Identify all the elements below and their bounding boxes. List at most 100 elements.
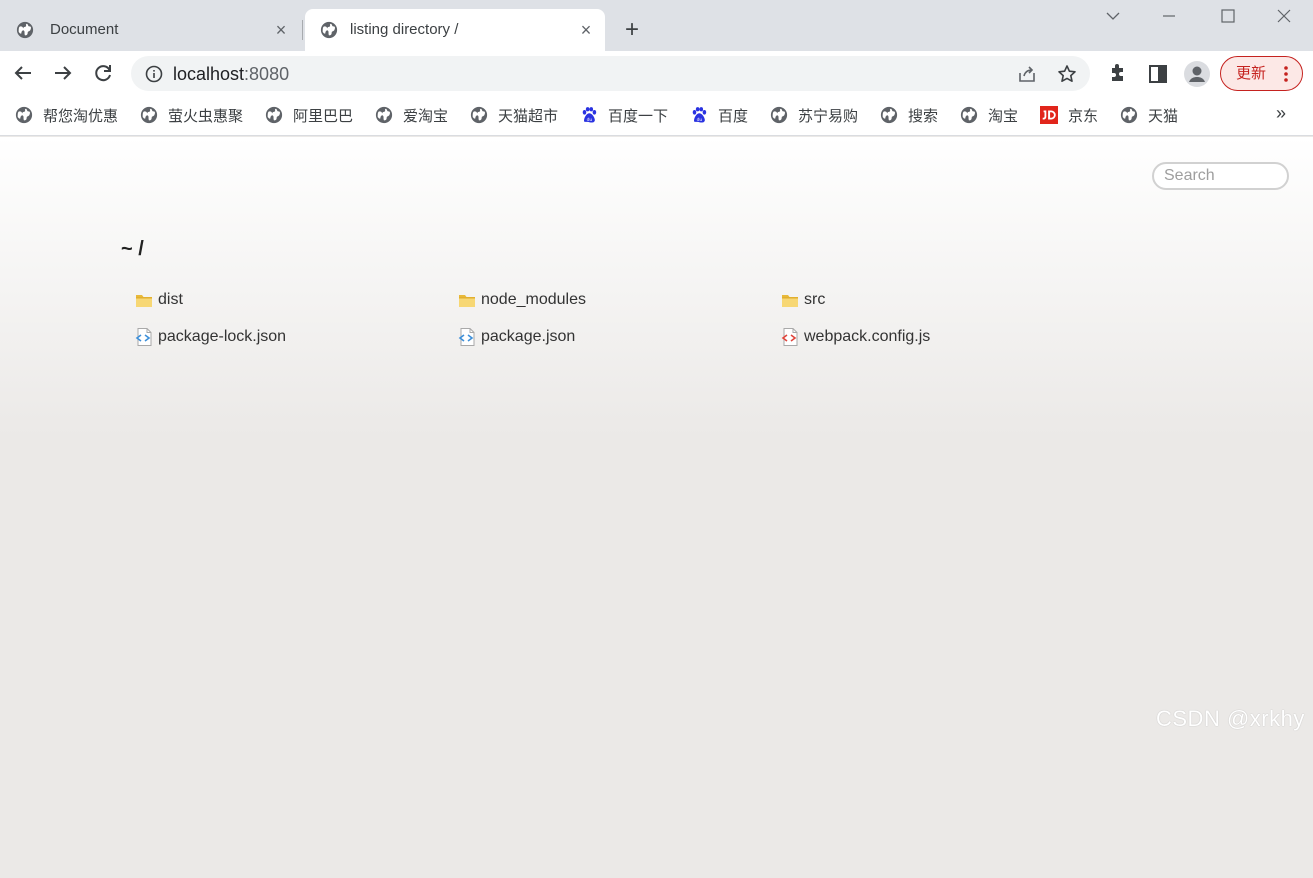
globe-icon [15, 106, 33, 124]
folder-icon [136, 295, 152, 307]
folder-link[interactable]: dist [134, 290, 183, 310]
new-tab-button[interactable]: + [619, 17, 645, 43]
share-icon[interactable] [1017, 64, 1037, 84]
arrow-right-icon [55, 66, 72, 80]
bookmark-label: 天猫 [1148, 107, 1179, 125]
tab-title: Document [50, 21, 119, 38]
minimize-icon [1163, 15, 1175, 17]
browser-toolbar: localhost:8080 更新 [0, 51, 1313, 95]
url-port: :8080 [244, 64, 290, 84]
url-host: localhost [173, 64, 245, 84]
bookmark-item[interactable]: 爱淘宝 [375, 105, 448, 125]
side-panel-icon[interactable] [1147, 63, 1169, 85]
globe-icon [1120, 106, 1138, 124]
watermark: CSDN @xrkhy [1156, 706, 1305, 731]
bookmark-label: 百度 [718, 107, 749, 125]
forward-button[interactable] [50, 60, 76, 86]
json-file-icon [135, 328, 152, 346]
bookmark-label: 搜索 [908, 107, 939, 125]
tab-close-button[interactable]: × [577, 21, 595, 39]
globe-icon [770, 106, 788, 124]
tab-strip: Document × listing directory / × + [0, 0, 1313, 51]
folder-link[interactable]: src [780, 290, 825, 310]
directory-listing-page: ~ / dist node_modules src package-lock.json… [0, 137, 1313, 878]
bookmarks-overflow-button[interactable]: » [1276, 103, 1286, 124]
close-icon [1277, 9, 1291, 23]
file-name: dist [158, 291, 183, 308]
globe-icon [960, 106, 978, 124]
bookmark-item[interactable]: 京东 [1040, 105, 1098, 125]
breadcrumb[interactable]: ~ / [121, 237, 144, 261]
tab-separator [302, 20, 303, 40]
url-text[interactable]: localhost:8080 [173, 64, 289, 84]
globe-icon [320, 21, 338, 39]
tab-close-button[interactable]: × [272, 21, 290, 39]
bookmark-item[interactable]: 天猫 [1120, 105, 1178, 125]
close-window-button[interactable] [1269, 4, 1299, 28]
arrow-left-icon [14, 66, 31, 80]
bookmark-label: 帮您淘优惠 [43, 107, 119, 125]
person-icon [1189, 66, 1205, 82]
puzzle-icon[interactable] [1107, 63, 1129, 85]
file-name: package-lock.json [158, 328, 287, 345]
maximize-icon [1221, 9, 1235, 23]
star-icon[interactable] [1057, 64, 1077, 84]
file-link[interactable]: webpack.config.js [780, 327, 930, 347]
bookmark-label: 京东 [1068, 107, 1099, 125]
bookmark-item[interactable]: 搜索 [880, 105, 938, 125]
bookmark-item[interactable]: 苏宁易购 [770, 105, 858, 125]
tab-search-button[interactable] [1098, 4, 1128, 28]
file-name: webpack.config.js [804, 328, 931, 345]
bookmark-label: 苏宁易购 [798, 107, 859, 125]
globe-icon [16, 21, 34, 39]
info-icon[interactable] [145, 65, 163, 83]
more-vertical-icon [1284, 66, 1288, 82]
tab-document[interactable]: Document × [0, 9, 300, 51]
tab-listing-directory[interactable]: listing directory / × [305, 9, 605, 51]
reload-button[interactable] [90, 60, 116, 86]
baidu-paw-icon: du [582, 107, 597, 123]
file-name: package.json [481, 328, 576, 345]
folder-link[interactable]: node_modules [457, 290, 586, 310]
update-button[interactable]: 更新 [1220, 56, 1303, 91]
update-button-label: 更新 [1236, 65, 1267, 82]
folder-icon [459, 295, 475, 307]
svg-text:du: du [587, 117, 593, 123]
chevron-down-icon [1106, 12, 1120, 20]
minimize-button[interactable] [1154, 4, 1184, 28]
json-file-icon [458, 328, 475, 346]
maximize-button[interactable] [1213, 4, 1243, 28]
globe-icon [140, 106, 158, 124]
bookmark-label: 百度一下 [608, 107, 669, 125]
bookmark-item[interactable]: 天猫超市 [470, 105, 558, 125]
file-link[interactable]: package.json [457, 327, 575, 347]
bookmark-item[interactable]: 淘宝 [960, 105, 1018, 125]
js-file-icon [781, 328, 798, 346]
search-input[interactable] [1152, 162, 1289, 190]
bookmark-item[interactable]: du 百度一下 [580, 105, 668, 125]
bookmark-item[interactable]: 帮您淘优惠 [15, 105, 118, 125]
jd-logo-icon [1040, 106, 1058, 124]
profile-avatar[interactable] [1184, 61, 1210, 87]
address-bar[interactable]: localhost:8080 [131, 56, 1090, 91]
globe-icon [470, 106, 488, 124]
globe-icon [375, 106, 393, 124]
bookmark-label: 萤火虫惠聚 [168, 107, 244, 125]
reload-icon [95, 65, 111, 82]
back-button[interactable] [10, 60, 36, 86]
bookmark-label: 天猫超市 [498, 107, 559, 125]
tab-title: listing directory / [350, 21, 459, 38]
svg-text:du: du [697, 117, 703, 123]
globe-icon [265, 106, 283, 124]
file-name: src [804, 291, 826, 308]
bookmark-item[interactable]: 萤火虫惠聚 [140, 105, 243, 125]
globe-icon [880, 106, 898, 124]
file-name: node_modules [481, 291, 586, 308]
file-link[interactable]: package-lock.json [134, 327, 286, 347]
bookmark-label: 淘宝 [988, 107, 1019, 125]
bookmark-item[interactable]: 阿里巴巴 [265, 105, 353, 125]
bookmark-item[interactable]: du 百度 [690, 105, 748, 125]
bookmarks-bar: 帮您淘优惠 萤火虫惠聚 阿里巴巴 爱淘宝 天猫超市 du 百度一下 du 百度 苏宁易购 搜索 淘宝 京… [0, 95, 1313, 136]
folder-icon [782, 295, 798, 307]
bookmark-label: 爱淘宝 [403, 107, 449, 125]
